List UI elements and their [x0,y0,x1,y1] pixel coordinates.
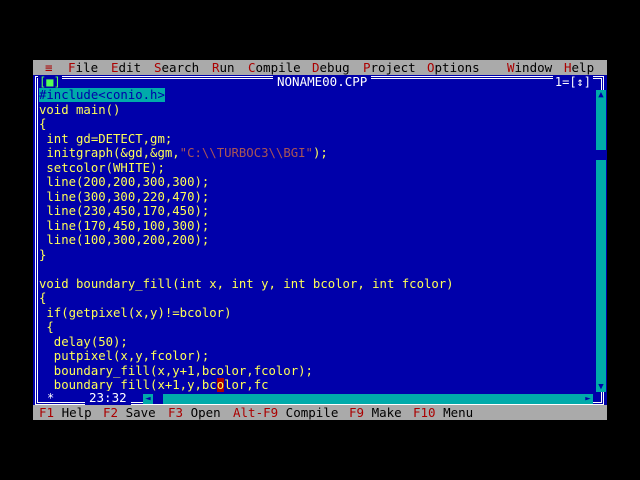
fkey-open[interactable]: F3 Open [168,405,221,420]
close-box-button[interactable]: [■] [38,75,62,89]
code-text: boundary_fill(x,y+1,bcolor,fcolor); [39,363,313,378]
turbo-cpp-ide: ≡ File Edit Search Run Compile Debug Pro… [33,60,607,420]
code-text: line(300,300,220,470); [39,189,210,204]
code-line[interactable]: } [39,248,594,263]
code-text: { [39,320,54,334]
code-text: { [39,291,47,305]
code-text: if(getpixel(x,y)!=bcolor) [39,305,232,320]
code-text: boundary_fill(x+1,y,bc [39,378,217,392]
window-title: NONAME00.CPP [273,75,372,89]
code-line[interactable]: { [39,117,594,132]
fkey-help[interactable]: F1 Help [39,405,92,420]
horizontal-scroll-thumb[interactable] [153,394,163,404]
code-text: { [39,117,47,131]
code-line[interactable]: #include<conio.h> [39,88,594,103]
menu-debug[interactable]: Debug [312,60,350,75]
code-text: void boundary_fill(int x, int y, int bco… [39,276,454,291]
code-text: line(200,200,300,300); [39,175,210,189]
code-text: putpixel(x,y,fcolor); [39,349,210,363]
modified-indicator: * [47,391,55,405]
code-line[interactable]: { [39,291,594,306]
code-text: int gd=DETECT,gm; [39,131,173,146]
code-text: lor,fc [224,378,269,392]
editor-status-line: * 23:32 ◄ ► [33,391,607,405]
code-line[interactable]: line(300,300,220,470); [39,190,594,205]
menu-options[interactable]: Options [427,60,480,75]
code-line[interactable]: setcolor(WHITE); [39,161,594,176]
menu-run[interactable]: Run [212,60,235,75]
fkey-make[interactable]: F9 Make [349,405,402,420]
horizontal-scrollbar[interactable]: ◄ ► [143,394,593,404]
close-icon: [■] [39,75,61,89]
code-text: line(100,300,200,200); [39,233,210,247]
scroll-right-arrow-icon[interactable]: ► [583,394,593,404]
code-text: line(170,450,100,300); [39,218,210,233]
code-line[interactable]: line(200,200,300,300); [39,175,594,190]
code-line[interactable]: initgraph(&gd,&gm,"C:\\TURBOC3\\BGI"); [39,146,594,161]
system-menu[interactable]: ≡ [45,60,53,75]
code-line[interactable]: line(230,450,170,450); [39,204,594,219]
menu-bar: ≡ File Edit Search Run Compile Debug Pro… [33,60,607,75]
menu-compile[interactable]: Compile [248,60,301,75]
menu-help[interactable]: Help [564,60,594,75]
text-cursor: o [216,378,225,392]
code-line[interactable]: if(getpixel(x,y)!=bcolor) [39,306,594,321]
code-text: line(230,450,170,450); [39,204,210,218]
code-line[interactable]: delay(50); [39,335,594,350]
code-line[interactable]: void boundary_fill(int x, int y, int bco… [39,277,594,292]
fkey-save[interactable]: F2 Save [103,405,156,420]
code-editor[interactable]: #include<conio.h> void main(){ int gd=DET… [39,88,594,393]
code-line[interactable]: int gd=DETECT,gm; [39,132,594,147]
code-line[interactable]: boundary_fill(x,y+1,bcolor,fcolor); [39,364,594,379]
window-number-zoom[interactable]: 1=[↕] [552,75,593,89]
code-text: setcolor(WHITE); [39,160,165,175]
menu-search[interactable]: Search [154,60,199,75]
menu-window[interactable]: Window [507,60,552,75]
string-literal: "C:\\TURBOC3\\BGI" [179,146,313,160]
menu-edit[interactable]: Edit [111,60,141,75]
scroll-left-arrow-icon[interactable]: ◄ [143,394,153,404]
fkey-menu[interactable]: F10 Menu [413,405,473,420]
code-text: void main() [39,102,121,117]
code-text: initgraph(&gd,&gm, [39,146,180,160]
menu-project[interactable]: Project [363,60,416,75]
function-key-bar: F1 Help F2 Save F3 Open Alt-F9 Compile F… [33,405,607,420]
scroll-up-arrow-icon[interactable]: ▲ [596,90,606,100]
cursor-position: 23:32 [85,391,131,405]
selected-code-text: #include<conio.h> [39,88,165,102]
code-line[interactable]: line(170,450,100,300); [39,219,594,234]
vertical-scroll-thumb[interactable] [596,150,606,160]
vertical-scrollbar[interactable]: ▲ ▼ [596,90,606,392]
code-line[interactable]: void main() [39,103,594,118]
code-line[interactable]: putpixel(x,y,fcolor); [39,349,594,364]
code-line[interactable]: { [39,320,594,335]
fkey-compile[interactable]: Alt-F9 Compile [233,405,338,420]
code-text: delay(50); [39,334,128,349]
code-line[interactable]: line(100,300,200,200); [39,233,594,248]
code-text: ); [312,146,328,160]
menu-file[interactable]: File [68,60,98,75]
code-line[interactable] [39,262,594,277]
code-text: } [39,247,47,262]
